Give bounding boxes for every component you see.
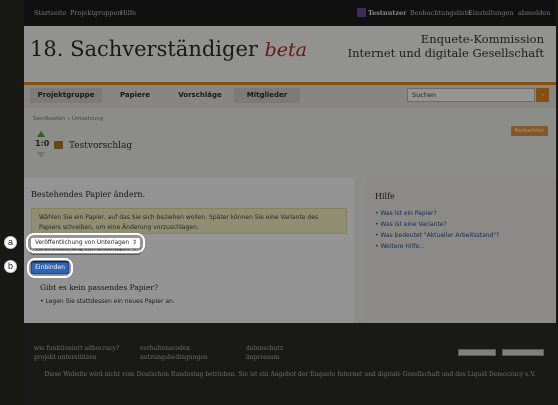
select-value: Veröffentlichung von Unterlagen [35, 240, 130, 246]
marker-b: b [4, 260, 17, 273]
embed-button[interactable]: Einbinden [31, 262, 69, 274]
dim-overlay [0, 0, 558, 405]
marker-a: a [4, 236, 17, 249]
paper-select[interactable]: Veröffentlichung von Unterlagen ⇕ [30, 237, 141, 249]
select-arrow-icon: ⇕ [131, 239, 137, 246]
